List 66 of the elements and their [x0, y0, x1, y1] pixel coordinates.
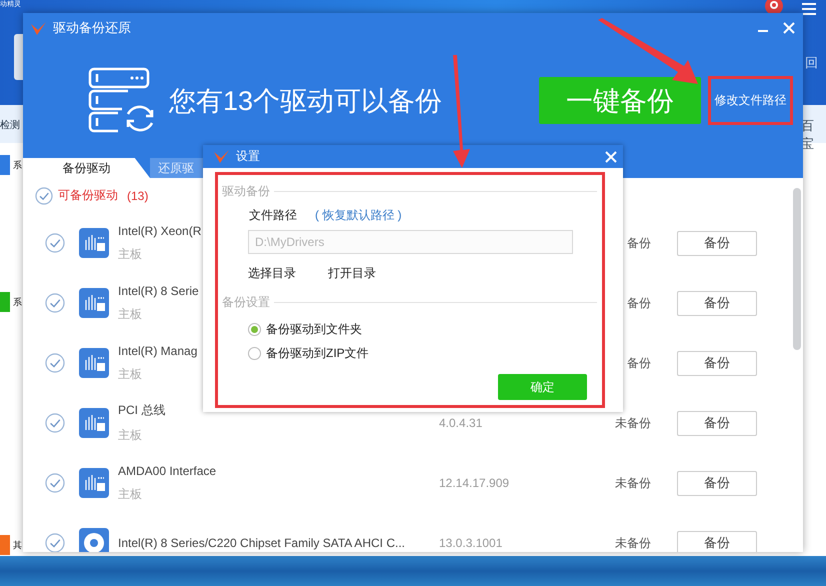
backup-status: 未备份: [614, 534, 651, 552]
change-path-link[interactable]: 修改文件路径: [708, 76, 793, 125]
choose-folder-link[interactable]: 选择目录: [248, 265, 296, 282]
backup-status: 备份: [626, 294, 651, 312]
driver-version: 4.0.4.31: [439, 416, 484, 430]
radio-button[interactable]: [248, 347, 261, 360]
backup-status: 备份: [626, 234, 651, 252]
group-check-circle[interactable]: [35, 186, 53, 204]
check-circle[interactable]: [45, 413, 65, 433]
tab[interactable]: 备份驱动: [23, 158, 150, 178]
board-icon: [79, 408, 109, 438]
radio-label[interactable]: 备份驱动到文件夹: [266, 321, 362, 338]
app-tab[interactable]: 检测: [0, 118, 20, 132]
scrollbar-thumb[interactable]: [793, 188, 801, 350]
check-circle[interactable]: [45, 473, 65, 493]
section-heading: 驱动备份: [222, 182, 270, 200]
driver-name: Intel(R) 8 Serie: [118, 284, 199, 298]
driver-category: 主板: [118, 366, 142, 382]
check-circle[interactable]: [45, 233, 65, 253]
board-icon: [79, 468, 109, 498]
backup-status: 备份: [626, 354, 651, 372]
check-circle[interactable]: [45, 353, 65, 373]
checkmark-logo-icon: [30, 20, 47, 36]
dialog-title: 驱动备份还原: [53, 19, 132, 37]
board-icon: [79, 348, 109, 378]
menu-icon[interactable]: [802, 3, 816, 15]
headline: 您有13个驱动可以备份: [169, 84, 444, 118]
driver-version: 13.0.3.1001: [439, 536, 504, 550]
backup-button[interactable]: 备份: [677, 470, 757, 496]
backup-status: 未备份: [614, 414, 651, 432]
category-label[interactable]: 系: [13, 158, 22, 172]
server-sync-icon: [88, 66, 156, 134]
field-label: 文件路径: [249, 207, 297, 224]
app-label: 回: [805, 54, 818, 72]
backup-status: 未备份: [614, 474, 651, 492]
radio-button[interactable]: [248, 323, 261, 336]
board-icon: [79, 228, 109, 258]
driver-version: 12.14.17.909: [439, 476, 510, 490]
close-icon[interactable]: [783, 22, 795, 34]
backup-button[interactable]: 备份: [677, 530, 757, 552]
open-folder-link[interactable]: 打开目录: [328, 265, 376, 282]
close-icon[interactable]: [605, 150, 617, 162]
backup-button[interactable]: 备份: [677, 350, 757, 376]
driver-name: Intel(R) Manag: [118, 344, 198, 358]
category-label[interactable]: 系: [13, 296, 22, 308]
driver-name: Intel(R) Xeon(R: [118, 224, 202, 238]
section-heading: 备份设置: [222, 294, 270, 310]
driver-category: 主板: [118, 306, 142, 322]
backup-button[interactable]: 备份: [677, 410, 757, 436]
driver-category: 主板: [118, 246, 142, 262]
category-label[interactable]: 其: [13, 538, 22, 552]
group-count: (13): [127, 188, 148, 202]
dialog-title: 设置: [236, 148, 261, 165]
backup-button[interactable]: 备份: [677, 290, 757, 316]
board-icon: [79, 288, 109, 318]
checkmark-logo-icon: [213, 149, 230, 164]
backup-button[interactable]: 备份: [677, 230, 757, 256]
driver-category: 主板: [118, 486, 142, 502]
driver-name: Intel(R) 8 Series/C220 Chipset Family SATA AHCI C...: [118, 536, 405, 550]
restore-default-link[interactable]: ( 恢复默认路径 ): [315, 207, 402, 224]
radio-label[interactable]: 备份驱动到ZIP文件: [266, 345, 369, 362]
driver-name: PCI 总线: [118, 402, 166, 419]
driver-category: 主板: [118, 427, 142, 444]
driver-name: AMDA00 Interface: [118, 464, 216, 478]
group-label: 可备份驱动: [58, 187, 118, 204]
check-circle[interactable]: [45, 293, 65, 313]
